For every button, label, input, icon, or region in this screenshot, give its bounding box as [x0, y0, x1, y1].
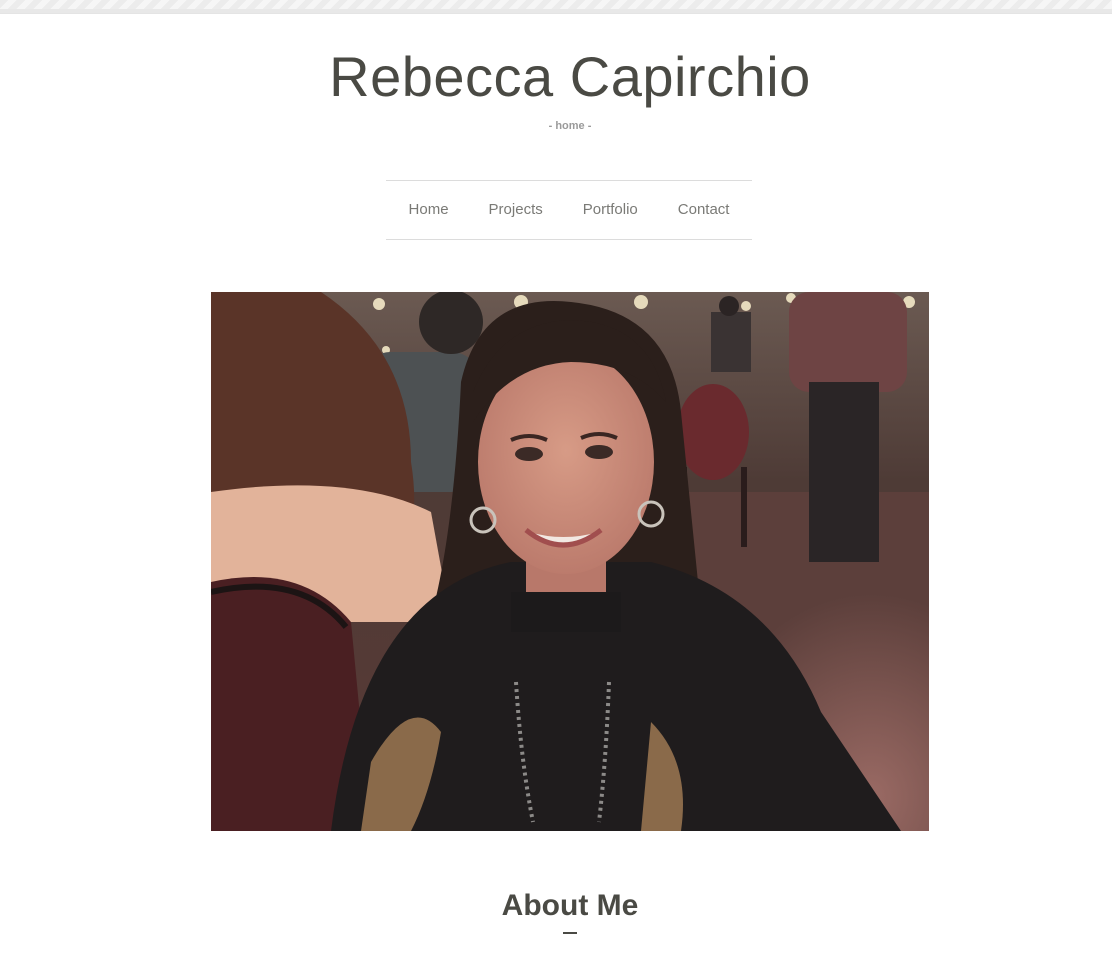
nav-link-portfolio[interactable]: Portfolio	[563, 200, 658, 220]
nav-link-contact[interactable]: Contact	[658, 200, 750, 220]
site-title: Rebecca Capirchio	[329, 45, 811, 108]
top-decorative-band	[0, 0, 1112, 14]
main-navigation: Home Projects Portfolio Contact	[386, 180, 752, 240]
about-heading-underline	[563, 932, 577, 934]
portrait-photo	[211, 292, 929, 831]
nav-link-home[interactable]: Home	[389, 200, 469, 220]
site-subtitle: - home -	[548, 120, 592, 132]
nav-link-projects[interactable]: Projects	[469, 200, 563, 220]
about-heading: About Me	[501, 889, 639, 922]
